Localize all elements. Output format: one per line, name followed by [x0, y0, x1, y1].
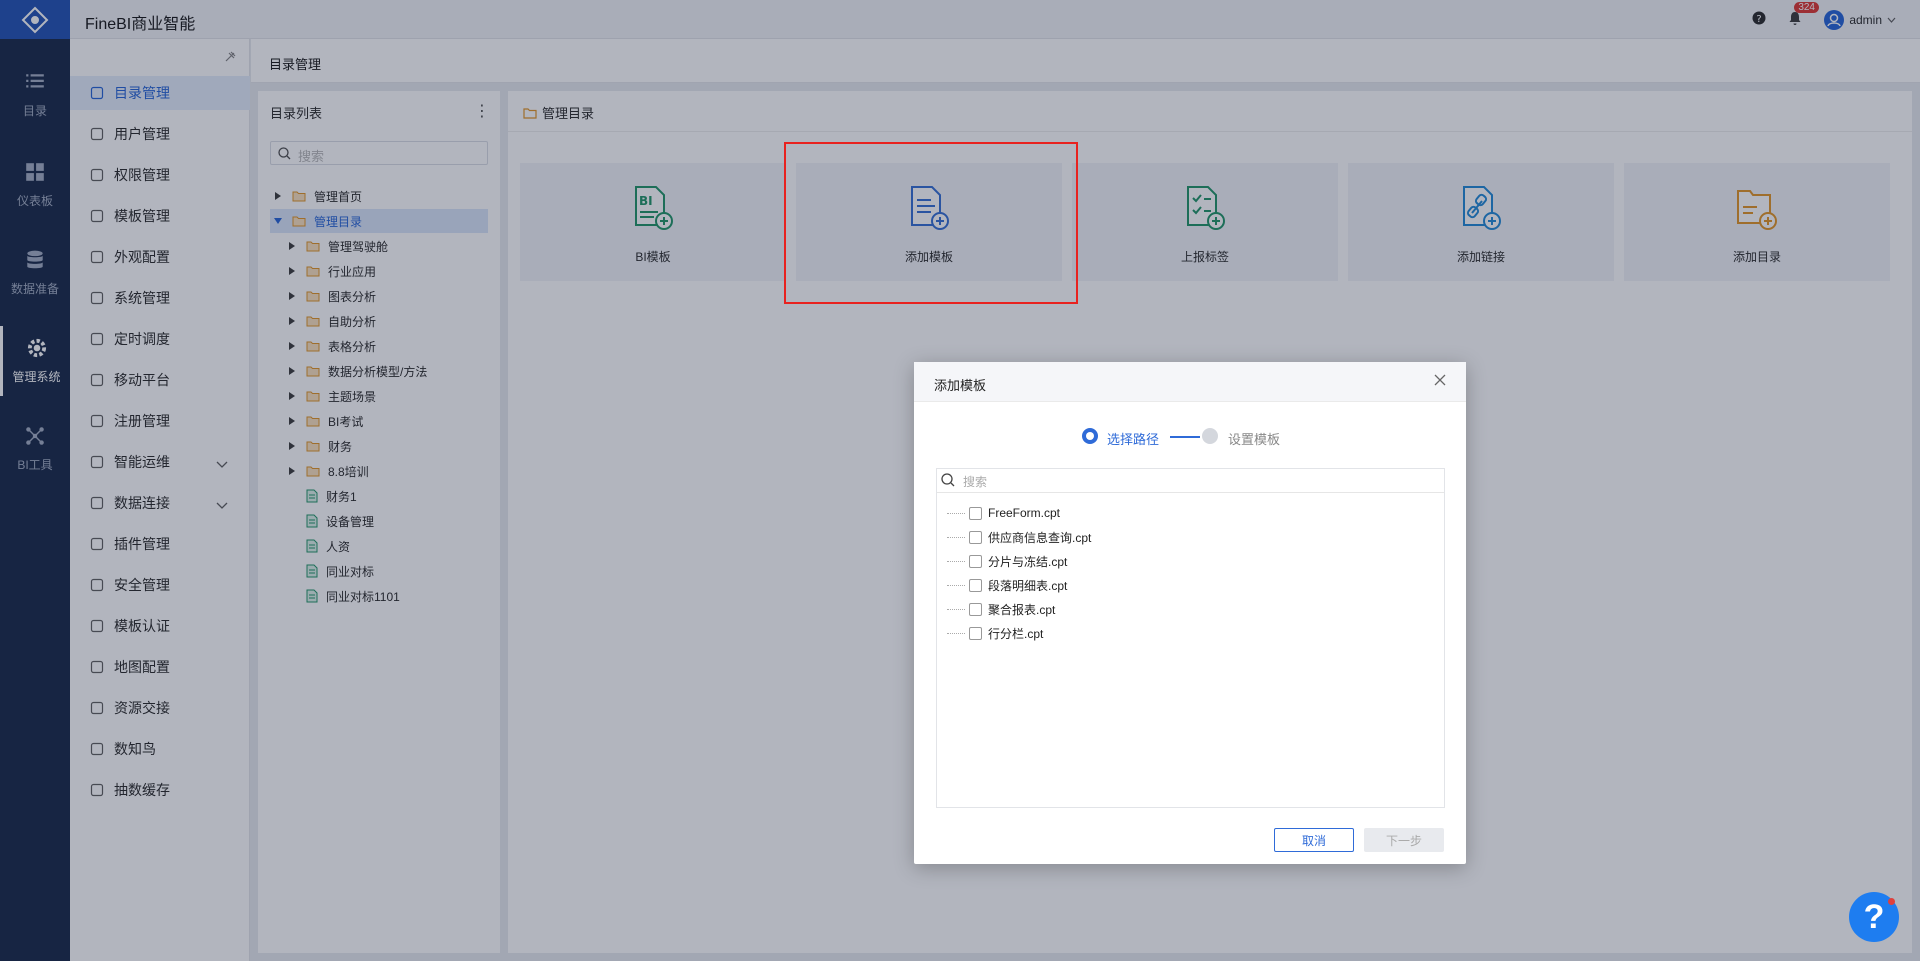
add-template-dialog: 添加模板 选择路径 设置模板 搜索 FreeForm.cpt 供应商信息查询.cp… [914, 362, 1466, 864]
tree-connector [947, 536, 965, 538]
file-row[interactable]: FreeForm.cpt [947, 503, 1060, 523]
file-row[interactable]: 分片与冻结.cpt [947, 551, 1067, 571]
file-name: FreeForm.cpt [988, 506, 1061, 520]
template-file-list: 搜索 FreeForm.cpt 供应商信息查询.cpt 分片与冻结.cpt 段落明细表… [936, 468, 1445, 808]
file-checkbox[interactable] [969, 626, 982, 640]
step-1-active-icon [1082, 428, 1098, 444]
question-mark-icon: ? [1863, 897, 1885, 936]
file-checkbox[interactable] [969, 530, 982, 544]
file-name: 分片与冻结.cpt [988, 554, 1068, 569]
file-row[interactable]: 聚合报表.cpt [947, 599, 1055, 619]
tree-connector [947, 560, 965, 562]
file-name: 供应商信息查询.cpt [988, 530, 1092, 545]
close-icon[interactable] [1434, 374, 1446, 389]
file-name: 段落明细表.cpt [988, 578, 1068, 593]
dialog-header: 添加模板 [914, 362, 1466, 402]
floating-help-button[interactable]: ? [1849, 892, 1899, 942]
step-2-label: 设置模板 [1228, 432, 1281, 447]
file-row[interactable]: 供应商信息查询.cpt [947, 527, 1091, 547]
step-indicator: 选择路径 设置模板 [914, 426, 1466, 447]
file-row[interactable]: 段落明细表.cpt [947, 575, 1067, 595]
file-checkbox[interactable] [969, 506, 982, 520]
file-checkbox[interactable] [969, 554, 982, 568]
step-2-inactive-icon [1202, 428, 1218, 444]
cancel-button[interactable]: 取消 [1274, 828, 1354, 852]
help-notification-dot [1888, 898, 1895, 905]
search-icon [941, 473, 955, 487]
step-1-label: 选择路径 [1107, 432, 1160, 447]
tree-connector [947, 512, 965, 514]
step-connector [1170, 436, 1200, 438]
file-row[interactable]: 行分栏.cpt [947, 623, 1043, 643]
dialog-title: 添加模板 [934, 378, 987, 393]
file-name: 行分栏.cpt [988, 626, 1044, 641]
file-name: 聚合报表.cpt [988, 602, 1056, 617]
tree-connector [947, 584, 965, 586]
tree-connector [947, 632, 965, 634]
file-search-placeholder: 搜索 [963, 475, 988, 489]
tree-connector [947, 608, 965, 610]
next-step-button[interactable]: 下一步 [1364, 828, 1444, 852]
highlight-box-add-template [784, 142, 1078, 304]
file-search-input[interactable]: 搜索 [937, 469, 1444, 493]
file-checkbox[interactable] [969, 578, 982, 592]
file-checkbox[interactable] [969, 602, 982, 616]
